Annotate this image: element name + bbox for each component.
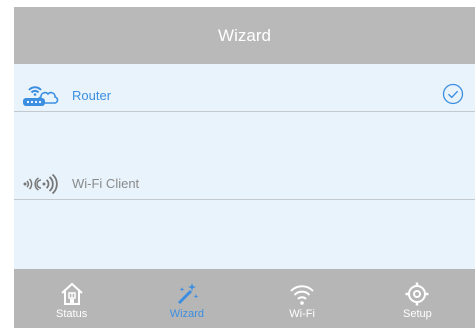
page-header: Wizard — [14, 7, 475, 64]
nav-wifi[interactable]: Wi-Fi — [245, 269, 360, 328]
nav-label-wizard: Wizard — [169, 308, 204, 320]
nav-label-setup: Setup — [403, 308, 432, 320]
mode-option-router[interactable]: Router — [14, 79, 475, 112]
gear-icon — [405, 282, 429, 306]
router-icon — [23, 86, 59, 106]
page-title: Wizard — [218, 25, 271, 45]
nav-setup[interactable]: Setup — [360, 269, 475, 328]
nav-label-status: Status — [56, 308, 88, 320]
nav-label-wifi: Wi-Fi — [289, 308, 315, 320]
home-icon — [60, 282, 83, 305]
wifi-icon — [290, 285, 314, 305]
mode-label-router: Router — [72, 87, 112, 103]
wand-icon — [177, 283, 199, 305]
app-window: Wizard Router Wi-Fi Client Status Wizard… — [14, 7, 475, 328]
mode-label-wifi-client: Wi-Fi Client — [72, 175, 140, 191]
mode-option-wifi-client[interactable]: Wi-Fi Client — [14, 167, 475, 200]
nav-wizard[interactable]: Wizard — [129, 269, 244, 328]
selected-check-icon — [442, 83, 464, 105]
bottom-navbar: Status Wizard Wi-Fi Setup — [14, 269, 475, 328]
nav-status[interactable]: Status — [14, 269, 129, 328]
wifi-client-icon — [23, 173, 58, 195]
